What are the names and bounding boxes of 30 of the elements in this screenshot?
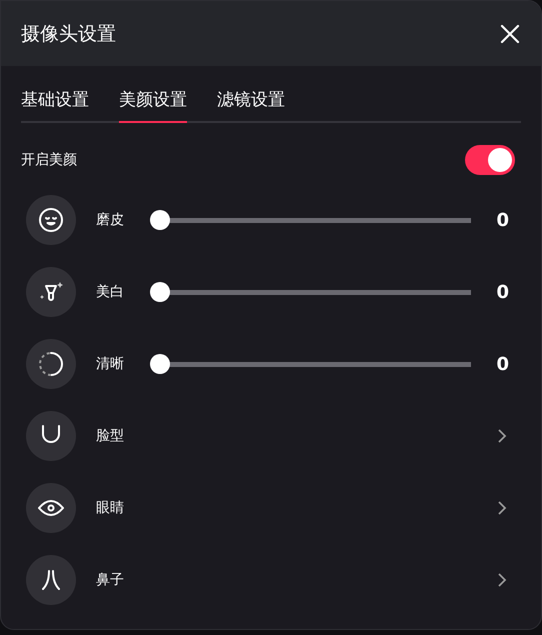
chevron-button[interactable] bbox=[497, 500, 507, 516]
chevron-icon bbox=[497, 428, 507, 444]
item-label: 脸型 bbox=[96, 427, 125, 445]
item-label: 清晰 bbox=[96, 355, 125, 373]
dashed-circle-icon bbox=[38, 351, 64, 377]
item-label: 美白 bbox=[96, 283, 125, 301]
item-label: 鼻子 bbox=[96, 571, 125, 589]
item-label: 眼睛 bbox=[96, 499, 125, 517]
tab[interactable]: 基础设置 bbox=[21, 88, 89, 123]
eye-icon bbox=[37, 498, 65, 518]
smiling-face-icon bbox=[38, 207, 64, 233]
tab[interactable]: 滤镜设置 bbox=[217, 88, 285, 123]
close-button[interactable] bbox=[499, 22, 521, 44]
item-label: 磨皮 bbox=[96, 211, 125, 229]
slider-thumb[interactable] bbox=[150, 354, 170, 374]
chevron-button[interactable] bbox=[497, 428, 507, 444]
window-title: 摄像头设置 bbox=[21, 22, 116, 46]
tab[interactable]: 美颜设置 bbox=[119, 88, 187, 123]
slider-value: 0 bbox=[495, 354, 509, 374]
nose-icon bbox=[40, 568, 62, 592]
close-icon bbox=[499, 22, 521, 44]
slider-value: 0 bbox=[495, 210, 509, 230]
chevron-icon bbox=[497, 500, 507, 516]
chevron-button[interactable] bbox=[497, 572, 507, 588]
slider-value: 0 bbox=[495, 282, 509, 302]
chevron-icon bbox=[497, 572, 507, 588]
toggle-label: 开启美颜 bbox=[21, 151, 77, 169]
toggle-switch[interactable] bbox=[465, 145, 515, 175]
slider-thumb[interactable] bbox=[150, 282, 170, 302]
slider-thumb[interactable] bbox=[150, 210, 170, 230]
